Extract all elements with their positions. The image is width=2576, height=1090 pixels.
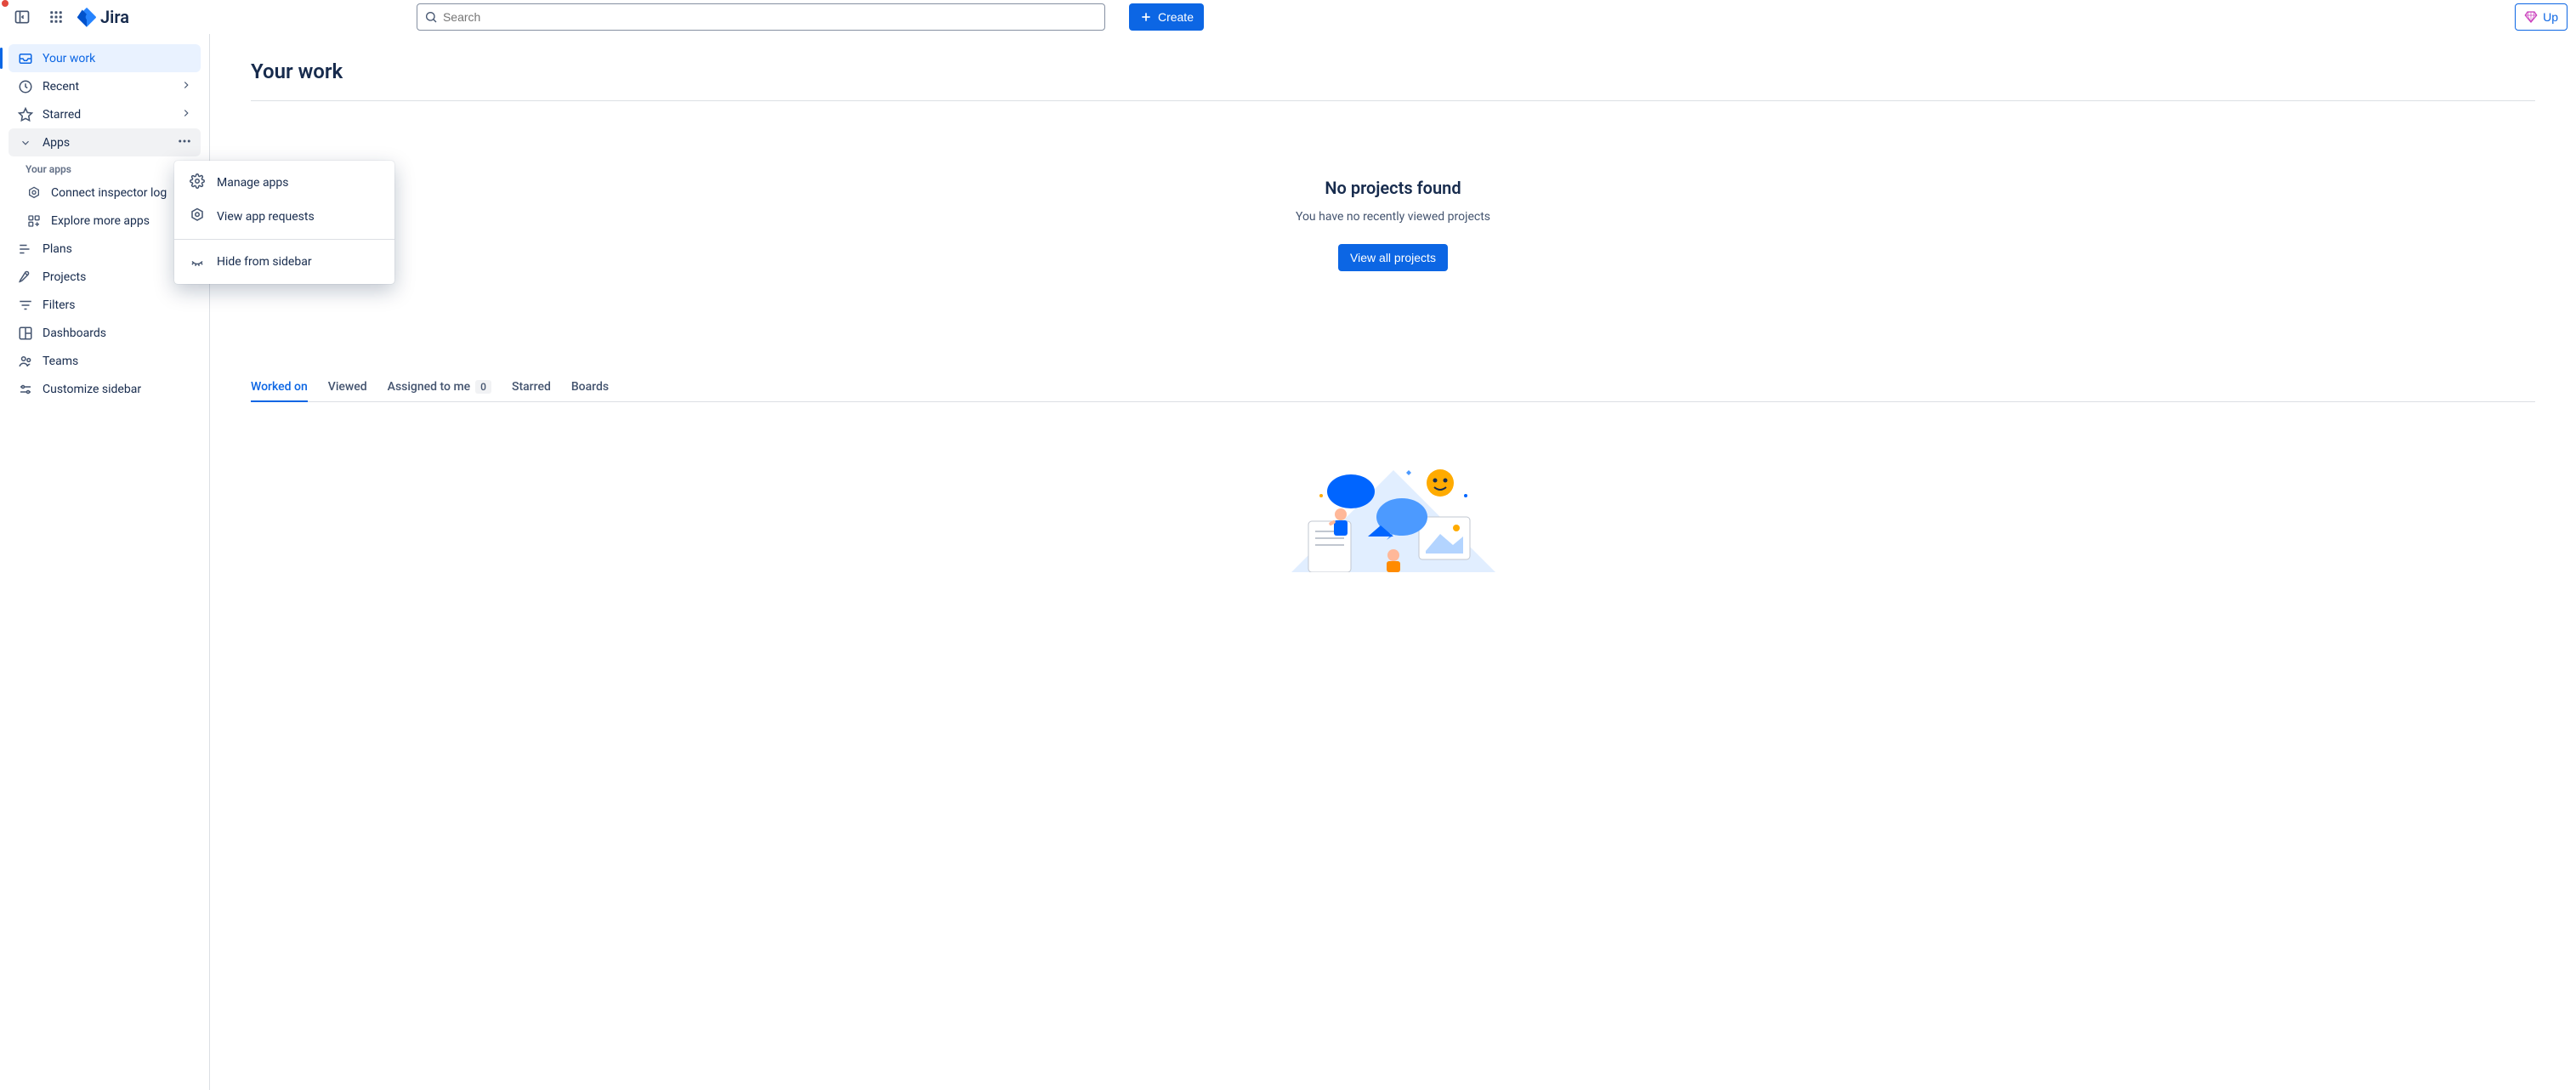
empty-state-subtitle: You have no recently viewed projects — [251, 210, 2535, 224]
sidebar-item-label: Your work — [43, 52, 95, 65]
sidebar-item-label: Apps — [43, 136, 70, 150]
search-icon — [424, 10, 438, 24]
sidebar-item-label: Projects — [43, 270, 86, 284]
tab-label: Viewed — [328, 380, 367, 394]
tab-boards[interactable]: Boards — [571, 373, 609, 402]
star-icon — [17, 106, 34, 123]
sidebar-item-label: Starred — [43, 108, 81, 122]
search-input[interactable] — [443, 10, 1098, 24]
tab-viewed[interactable]: Viewed — [328, 373, 367, 402]
search-box[interactable] — [417, 3, 1105, 31]
recording-indicator-dot — [2, 0, 9, 7]
menu-item-view-app-requests[interactable]: View app requests — [174, 200, 394, 234]
top-bar: Jira Create Up — [0, 0, 2576, 34]
main-content: Your work No projects found You have no … — [210, 34, 2576, 1090]
sidebar-item-starred[interactable]: Starred — [9, 100, 201, 128]
hexagon-icon — [190, 207, 205, 226]
worked-on-illustration — [251, 453, 2535, 572]
team-icon — [17, 353, 34, 370]
tab-label: Boards — [571, 380, 609, 394]
sidebar-item-label: Teams — [43, 355, 78, 368]
sidebar-item-teams[interactable]: Teams — [9, 347, 201, 375]
jira-icon — [77, 7, 97, 27]
menu-item-label: Manage apps — [217, 176, 289, 190]
chevron-right-icon — [180, 79, 192, 94]
sidebar-item-label: Plans — [43, 242, 72, 256]
chevron-down-icon — [17, 134, 34, 151]
app-name-label: Jira — [100, 7, 129, 27]
apps-grid-plus-icon — [26, 213, 43, 230]
sidebar-app-label: Explore more apps — [51, 214, 150, 228]
menu-item-manage-apps[interactable]: Manage apps — [174, 166, 394, 200]
menu-item-hide-from-sidebar[interactable]: Hide from sidebar — [174, 245, 394, 279]
gear-icon — [190, 173, 205, 192]
sidebar-item-label: Customize sidebar — [43, 383, 141, 396]
sidebar-toggle-button[interactable] — [9, 3, 36, 31]
dashboard-icon — [17, 325, 34, 342]
tab-badge: 0 — [475, 380, 491, 394]
create-button[interactable]: Create — [1129, 3, 1204, 31]
empty-state-projects: No projects found You have no recently v… — [251, 178, 2535, 271]
sidebar-item-label: Dashboards — [43, 326, 106, 340]
sidebar-item-projects[interactable]: Projects — [9, 263, 201, 291]
hexagon-icon — [26, 185, 43, 202]
jira-logo[interactable]: Jira — [77, 7, 129, 27]
sidebar-app-connect-inspector[interactable]: Connect inspector log — [9, 179, 201, 207]
menu-item-label: Hide from sidebar — [217, 255, 312, 269]
plus-icon — [1139, 10, 1153, 24]
page-title: Your work — [251, 60, 2535, 101]
tab-assigned-to-me[interactable]: Assigned to me 0 — [388, 373, 491, 402]
sidebar-item-customize[interactable]: Customize sidebar — [9, 375, 201, 403]
sidebar-item-recent[interactable]: Recent — [9, 72, 201, 100]
sidebar-item-apps[interactable]: Apps — [9, 128, 201, 156]
sidebar-app-label: Connect inspector log — [51, 186, 167, 200]
create-button-label: Create — [1158, 10, 1194, 24]
menu-separator — [174, 239, 394, 240]
chevron-right-icon — [180, 107, 192, 122]
empty-state-title: No projects found — [251, 178, 2535, 198]
tab-label: Assigned to me — [388, 380, 470, 394]
sidebar-item-filters[interactable]: Filters — [9, 291, 201, 319]
work-tabs: Worked on Viewed Assigned to me 0 Starre… — [251, 373, 2535, 402]
sidebar-item-your-work[interactable]: Your work — [9, 44, 201, 72]
sliders-icon — [17, 381, 34, 398]
sidebar-item-dashboards[interactable]: Dashboards — [9, 319, 201, 347]
apps-context-menu: Manage apps View app requests Hide from … — [174, 161, 394, 284]
view-all-projects-button[interactable]: View all projects — [1338, 244, 1448, 271]
more-icon[interactable] — [177, 133, 192, 152]
diamond-icon — [2524, 10, 2538, 24]
tab-worked-on[interactable]: Worked on — [251, 373, 308, 402]
sidebar-apps-heading: Your apps — [9, 156, 201, 179]
upgrade-button[interactable]: Up — [2515, 3, 2567, 31]
clock-icon — [17, 78, 34, 95]
sidebar-item-plans[interactable]: Plans — [9, 235, 201, 263]
sidebar-item-label: Filters — [43, 298, 76, 312]
upgrade-button-label: Up — [2543, 10, 2558, 24]
app-switcher-button[interactable] — [43, 3, 70, 31]
eye-off-icon — [190, 253, 205, 271]
tab-starred[interactable]: Starred — [512, 373, 551, 402]
filter-icon — [17, 297, 34, 314]
menu-item-label: View app requests — [217, 210, 315, 224]
sidebar-app-explore-more[interactable]: Explore more apps — [9, 207, 201, 235]
rocket-icon — [17, 269, 34, 286]
tab-label: Worked on — [251, 380, 308, 394]
inbox-icon — [17, 50, 34, 67]
plans-icon — [17, 241, 34, 258]
sidebar-item-label: Recent — [43, 80, 79, 94]
tab-label: Starred — [512, 380, 551, 394]
